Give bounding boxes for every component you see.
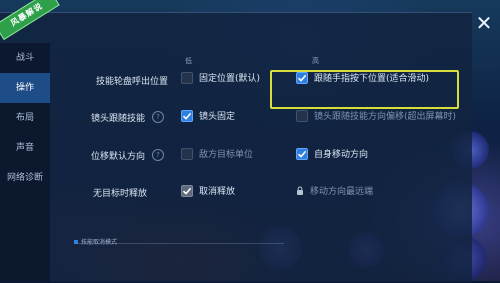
- option-label: 移动方向最远端: [310, 187, 374, 197]
- option-label: 跟随手指按下位置(适合滑动): [314, 74, 430, 84]
- row-label-camera-follow: 镜头跟随技能: [91, 114, 146, 124]
- option-cancel-cast[interactable]: 取消释放: [181, 184, 235, 197]
- option-label: 镜头跟随技能方向偏移(超出屏幕时): [314, 112, 457, 122]
- option-label: 敌方目标单位: [199, 150, 254, 160]
- section-title: 技能取消模式: [81, 239, 118, 246]
- checkbox-self-direction[interactable]: [296, 147, 308, 160]
- option-farthest-move[interactable]: 移动方向最远端: [296, 184, 373, 197]
- checkbox-fixed-position[interactable]: [181, 71, 193, 84]
- option-camera-offset[interactable]: 镜头跟随技能方向偏移(超出屏幕时): [296, 109, 456, 122]
- check-icon: [297, 150, 307, 158]
- skill-cancel-mode-section: 技能取消模式: [74, 237, 117, 246]
- sidebar-item-controls[interactable]: 操作: [0, 73, 50, 103]
- divider: [74, 243, 284, 244]
- checkbox-camera-fixed[interactable]: [181, 109, 193, 122]
- settings-sidebar: 战斗 操作 布局 声音 网络诊断: [0, 43, 50, 282]
- column-high-label: 高: [312, 57, 319, 65]
- checkbox-follow-finger[interactable]: [296, 71, 308, 84]
- row-label-no-target: 无目标时释放: [93, 189, 148, 199]
- sidebar-item-network[interactable]: 网络诊断: [0, 163, 50, 193]
- row-label-dash-direction: 位移默认方向: [91, 152, 146, 162]
- option-label: 固定位置(默认): [199, 74, 261, 84]
- sidebar-item-layout[interactable]: 布局: [0, 103, 50, 133]
- checkbox-camera-offset[interactable]: [296, 109, 308, 122]
- option-self-direction[interactable]: 自身移动方向: [296, 147, 368, 160]
- close-button[interactable]: ✕: [472, 12, 496, 36]
- option-label: 自身移动方向: [314, 150, 369, 160]
- check-icon: [182, 187, 192, 195]
- lock-icon: [297, 186, 303, 195]
- check-icon: [297, 74, 307, 82]
- option-fixed-position[interactable]: 固定位置(默认): [181, 71, 260, 84]
- help-icon[interactable]: ?: [152, 111, 164, 123]
- option-label: 取消释放: [199, 187, 236, 197]
- settings-panel: 战斗 操作 布局 声音 网络诊断 低 高 技能轮盘呼出位置 固定位置(默认) 跟…: [0, 12, 472, 282]
- column-low-label: 低: [185, 57, 192, 65]
- option-enemy-target[interactable]: 敌方目标单位: [181, 147, 253, 160]
- checkbox-cancel-cast[interactable]: [181, 184, 193, 197]
- row-label-skill-wheel: 技能轮盘呼出位置: [96, 77, 169, 87]
- checkbox-enemy-target[interactable]: [181, 147, 193, 160]
- check-icon: [182, 112, 192, 120]
- sidebar-item-battle[interactable]: 战斗: [0, 43, 50, 73]
- option-camera-fixed[interactable]: 镜头固定: [181, 109, 235, 122]
- help-icon[interactable]: ?: [152, 149, 164, 161]
- option-follow-finger[interactable]: 跟随手指按下位置(适合滑动): [296, 71, 429, 84]
- option-label: 镜头固定: [199, 112, 236, 122]
- sidebar-item-sound[interactable]: 声音: [0, 133, 50, 163]
